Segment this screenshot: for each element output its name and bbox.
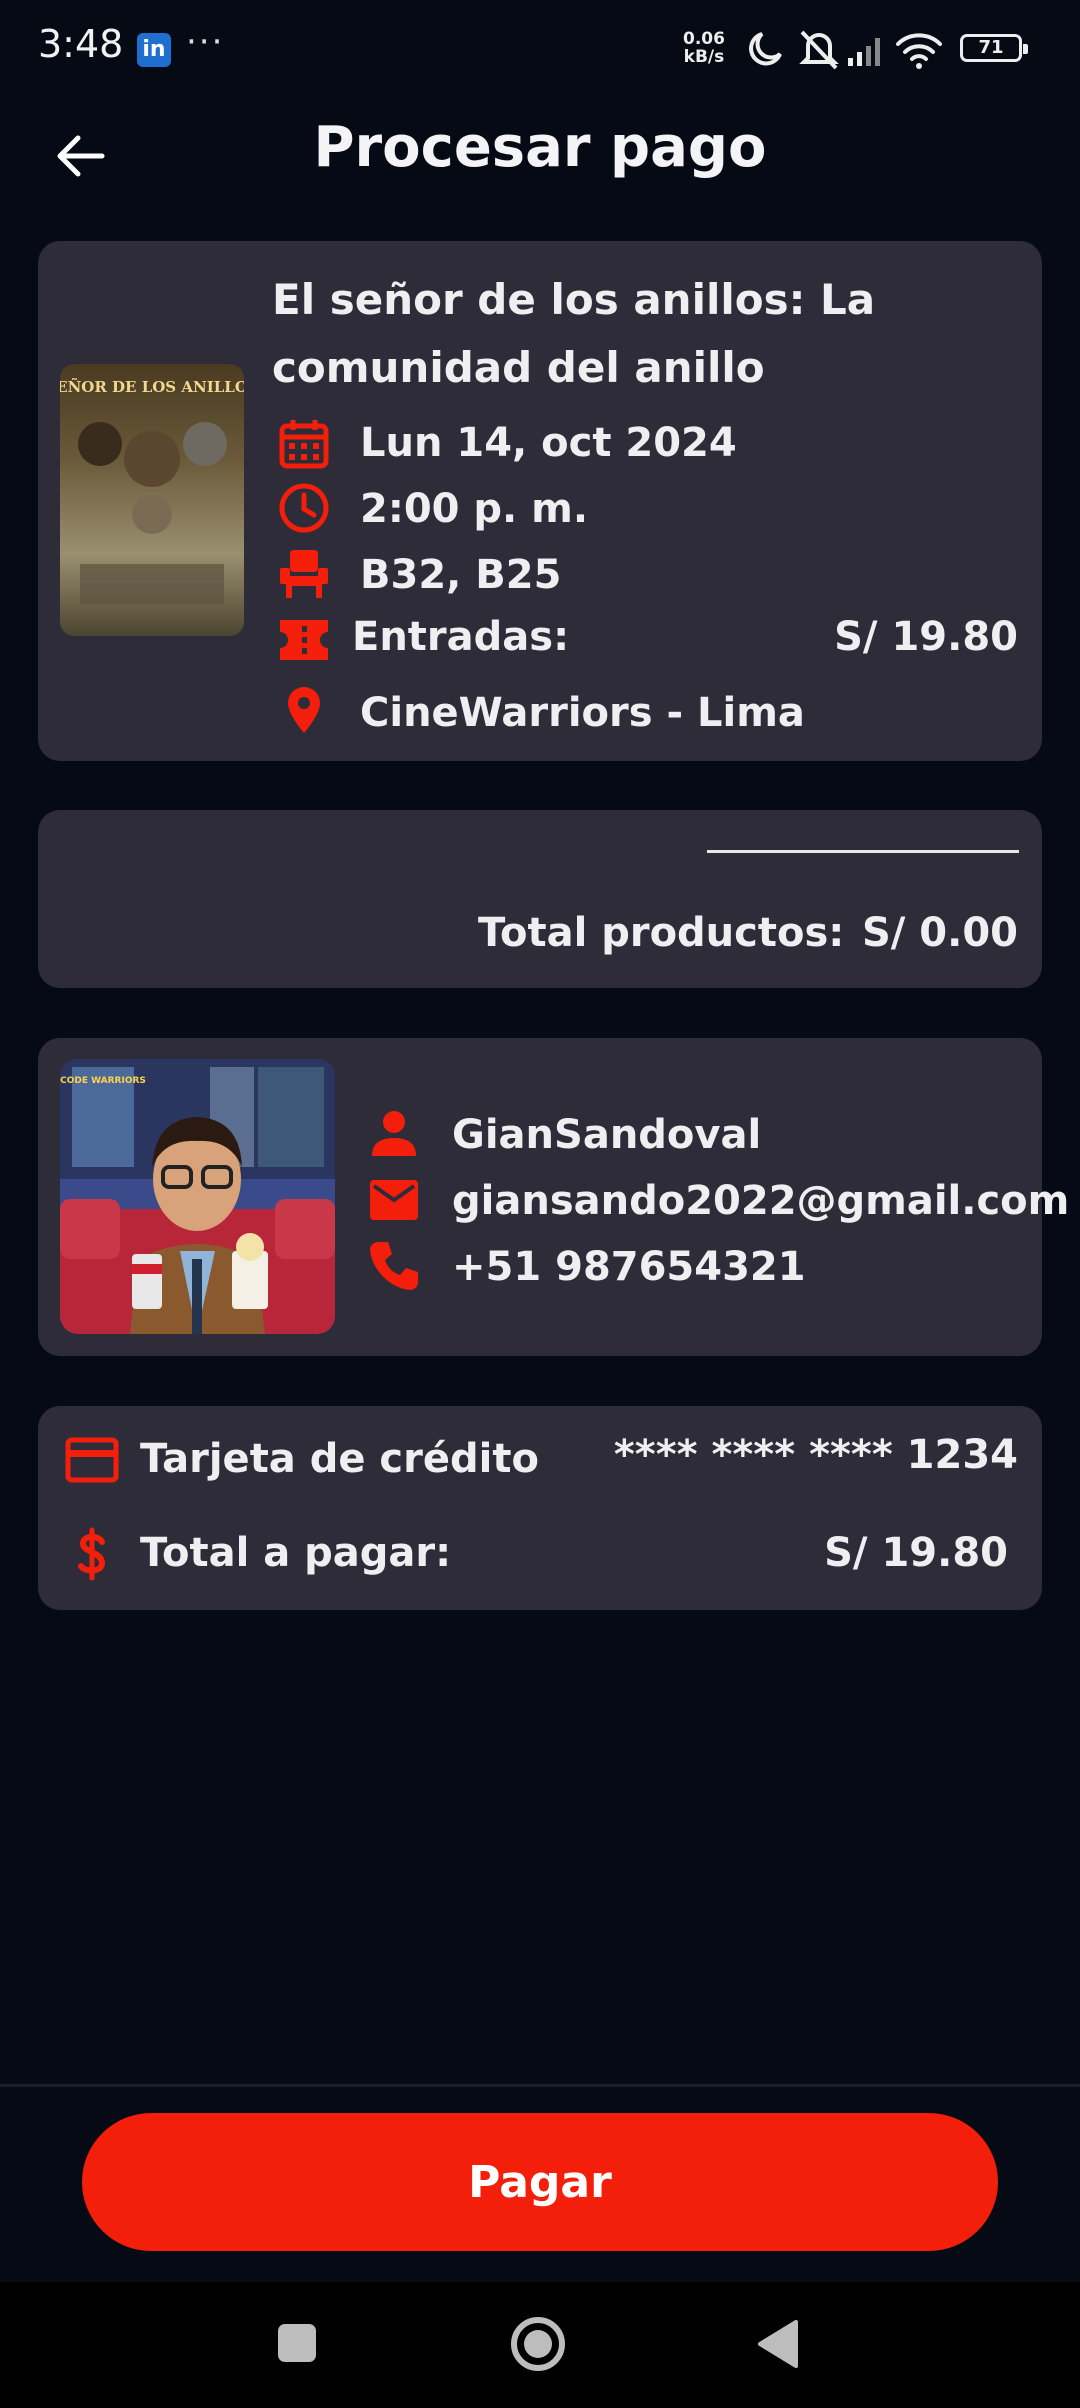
user-phone: +51 987654321 [452,1244,806,1290]
recent-apps-icon[interactable] [274,2320,320,2366]
tickets-label: Entradas: [352,614,570,660]
moon-icon [749,32,782,66]
payment-method: Tarjeta de crédito [140,1436,539,1482]
total-to-pay-label: Total a pagar: [140,1530,452,1576]
pay-button[interactable]: Pagar [82,2113,998,2251]
battery-indicator: 71 [960,34,1028,62]
credit-card-icon [65,1437,119,1483]
cinema-name: CineWarriors - Lima [360,690,805,736]
mute-bell-icon [799,30,839,70]
signal-icon [848,38,880,66]
seats: B32, B25 [360,552,562,598]
card-number-masked: **** **** **** 1234 [613,1432,1018,1478]
more-notifications-icon: ··· [186,22,225,62]
status-icons [749,30,942,70]
show-date: Lun 14, oct 2024 [360,420,737,466]
mail-icon [370,1180,418,1220]
wifi-icon [896,33,942,69]
net-speed: 0.06 kB/s [683,30,725,66]
products-card [38,810,1042,988]
location-pin-icon [288,687,320,733]
dollar-icon [78,1527,106,1581]
ticket-icon [280,620,328,660]
seat-icon [280,550,328,598]
total-to-pay-value: S/ 19.80 [824,1530,1008,1576]
status-time: 3:48 [38,22,124,66]
linkedin-notification-icon: in [137,33,171,67]
user-email: giansando2022@gmail.com [452,1178,1070,1224]
net-speed-unit: kB/s [683,47,725,67]
phone-icon [370,1242,418,1290]
page-title: Procesar pago [313,115,767,180]
tickets-price: S/ 19.80 [834,614,1018,660]
avatar-poster-text: CODE WARRIORS [60,1076,146,1086]
products-total-value: S/ 0.00 [861,910,1018,956]
user-name: GianSandoval [452,1112,762,1158]
poster-title: SEÑOR DE LOS ANILLOS [60,377,244,396]
avatar: CODE WARRIORS [60,1059,335,1334]
movie-title: El señor de los anillos: La comunidad de… [272,275,876,392]
show-time: 2:00 p. m. [360,486,589,532]
products-total-label: Total productos: [478,910,845,956]
movie-poster: SEÑOR DE LOS ANILLOS [60,364,244,636]
calendar-icon [279,420,329,469]
back-nav-icon[interactable] [756,2318,802,2370]
clock-icon [279,483,329,533]
home-icon[interactable] [508,2314,568,2374]
products-divider [707,850,1019,853]
net-speed-value: 0.06 [683,29,725,49]
person-icon [372,1111,416,1156]
